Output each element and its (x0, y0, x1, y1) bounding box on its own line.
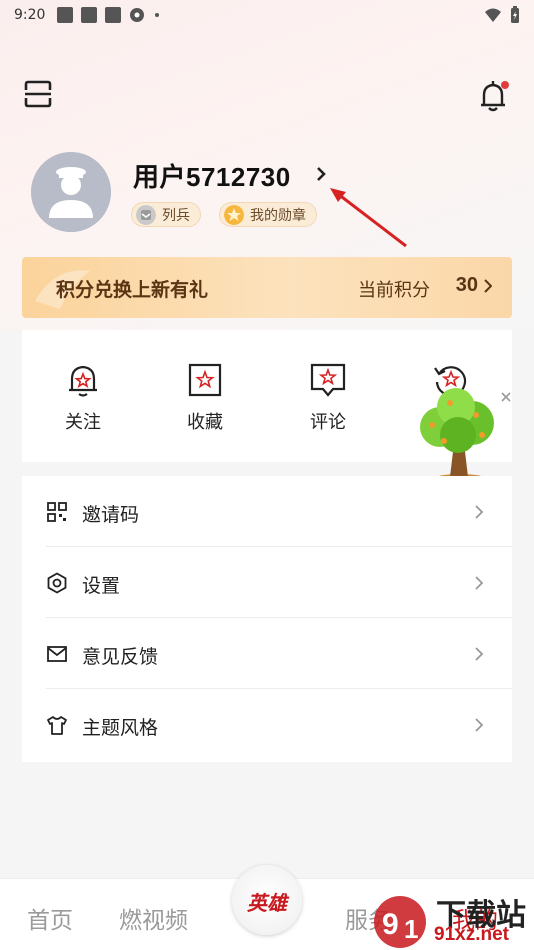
notification-dot (501, 81, 509, 89)
soldier-avatar-icon (31, 152, 111, 232)
star-box-icon (188, 363, 222, 397)
chevron-right-icon (475, 576, 484, 590)
chevron-right-icon (475, 718, 484, 732)
envelope-icon (47, 646, 67, 662)
username[interactable]: 用户5712730 (133, 157, 291, 194)
chevron-right-icon (484, 279, 492, 293)
svg-text:1: 1 (404, 914, 418, 944)
battery-icon (511, 6, 519, 23)
rank-label: 列兵 (162, 207, 190, 224)
comment-star-icon (310, 363, 346, 397)
qr-grid-icon (47, 502, 67, 522)
avatar[interactable] (31, 152, 111, 232)
menu-item-label: 邀请码 (82, 504, 140, 526)
annotation-arrow (330, 188, 407, 248)
center-logo-text: 英雄 (247, 891, 287, 915)
close-icon[interactable] (498, 389, 514, 405)
rank-icon (136, 204, 156, 225)
quick-action-label: 评论 (310, 412, 346, 433)
tab-video[interactable]: 燃视频 (119, 901, 188, 935)
settings-menu: 邀请码 设置 意见反馈 主题风格 (22, 476, 512, 762)
tab-center-logo[interactable]: 英雄 (232, 865, 302, 935)
watermark-url: 91xz.net (434, 924, 509, 945)
notification-icon (57, 7, 74, 23)
wifi-icon (485, 8, 501, 22)
medal-label: 我的勋章 (250, 207, 306, 224)
menu-item-label: 设置 (82, 575, 121, 597)
menu-item-invite-code[interactable]: 邀请码 (22, 476, 512, 547)
current-points-value: 30 (455, 274, 478, 296)
bell-star-icon (69, 365, 97, 397)
medal-star-icon (224, 204, 244, 225)
status-indicators (484, 6, 520, 24)
menu-item-label: 意见反馈 (82, 646, 159, 668)
current-points-label: 当前积分 (358, 280, 430, 301)
notification-icon (81, 7, 98, 23)
menu-item-feedback[interactable]: 意见反馈 (22, 618, 512, 689)
chevron-right-icon (475, 505, 484, 519)
status-bar: 9:20 (0, 0, 534, 30)
quick-action-favorites[interactable]: 收藏 (170, 360, 240, 434)
notification-icon (105, 7, 122, 23)
status-time: 9:20 (14, 7, 46, 23)
tshirt-icon (47, 716, 67, 735)
menu-item-label: 主题风格 (82, 717, 159, 739)
quick-action-follow[interactable]: 关注 (48, 360, 118, 434)
more-notifications-dot (155, 13, 160, 17)
tab-home[interactable]: 首页 (27, 901, 73, 935)
chevron-right-icon (475, 647, 484, 661)
tree-widget-icon[interactable] (410, 385, 505, 490)
hexagon-settings-icon (47, 572, 67, 594)
menu-item-theme[interactable]: 主题风格 (22, 689, 512, 760)
scan-icon[interactable] (22, 78, 54, 110)
points-banner-title: 积分兑换上新有礼 (56, 279, 209, 301)
bell-icon[interactable] (476, 78, 512, 114)
soccer-icon (130, 8, 145, 22)
quick-action-label: 关注 (65, 412, 101, 433)
menu-item-settings[interactable]: 设置 (22, 547, 512, 618)
medal-badge[interactable]: 我的勋章 (219, 202, 317, 227)
quick-action-comments[interactable]: 评论 (293, 360, 363, 434)
svg-text:9: 9 (382, 908, 399, 941)
points-banner[interactable]: 积分兑换上新有礼 当前积分 30 (22, 257, 512, 318)
quick-action-label: 收藏 (187, 412, 223, 433)
rank-badge[interactable]: 列兵 (131, 202, 201, 227)
